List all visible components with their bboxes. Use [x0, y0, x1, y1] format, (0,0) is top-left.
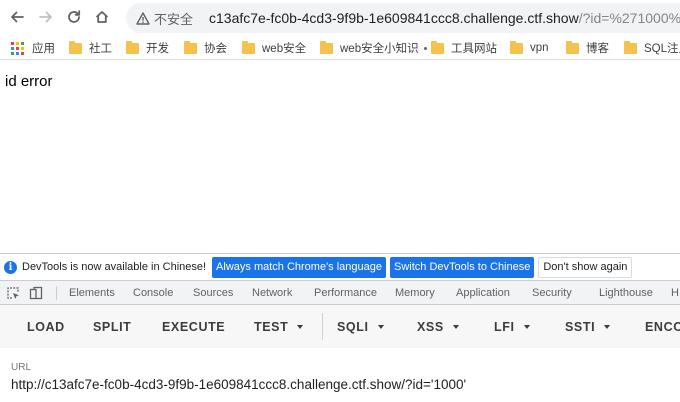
- folder-icon: [510, 40, 523, 54]
- folder-icon: [242, 40, 255, 54]
- ssti-dropdown[interactable]: SSTI: [565, 320, 611, 334]
- xss-label: XSS: [417, 320, 444, 334]
- hackbar-divider: [322, 313, 323, 340]
- url-path: /?id=%271000%27: [578, 10, 680, 26]
- bookmark-folder[interactable]: 协会: [184, 39, 227, 57]
- caret-down-icon: [297, 325, 304, 329]
- tab-network[interactable]: Network: [252, 287, 292, 299]
- folder-icon: [566, 40, 579, 54]
- bookmark-folder[interactable]: web安全: [242, 39, 306, 57]
- bullet-icon: [424, 46, 427, 50]
- inspect-element-icon[interactable]: [5, 285, 21, 301]
- execute-button[interactable]: EXECUTE: [162, 320, 225, 334]
- infobar-message: DevTools is now available in Chinese!: [22, 261, 207, 273]
- address-bar[interactable]: 不安全 c13afc7e-fc0b-4cd3-9f9b-1e609841ccc8…: [126, 3, 680, 33]
- bookmark-label: 博客: [586, 43, 609, 55]
- forward-button[interactable]: [35, 6, 57, 28]
- bookmark-label: SQL注入: [644, 43, 680, 55]
- url-input[interactable]: http://c13afc7e-fc0b-4cd3-9f9b-1e609841c…: [11, 377, 466, 392]
- dont-show-again-button[interactable]: Don't show again: [538, 256, 633, 278]
- warning-icon[interactable]: [136, 10, 150, 26]
- sqli-dropdown[interactable]: SQLI: [337, 320, 384, 334]
- hackbar-toolbar: LOAD SPLIT EXECUTE TEST SQLI XSS LFI SST…: [0, 305, 680, 348]
- bookmark-label: 社工: [89, 43, 112, 55]
- bookmark-label: vpn: [530, 42, 549, 54]
- tab-lighthouse[interactable]: Lighthouse: [599, 287, 653, 299]
- devtools-tab-strip: Elements Console Sources Network Perform…: [0, 280, 680, 305]
- switch-to-chinese-button[interactable]: Switch DevTools to Chinese: [390, 256, 535, 278]
- folder-icon: [431, 40, 444, 54]
- tab-divider: [56, 286, 57, 300]
- page-body-text: id error: [5, 73, 53, 90]
- execute-label: EXECUTE: [162, 320, 226, 334]
- tab-hackbar[interactable]: H: [671, 287, 679, 299]
- sqli-label: SQLI: [337, 320, 369, 334]
- caret-down-icon: [452, 325, 459, 329]
- bookmark-apps[interactable]: 应用: [11, 39, 55, 57]
- arrow-right-icon: [39, 11, 52, 23]
- bookmark-folder[interactable]: 博客: [566, 39, 609, 57]
- bookmark-label: web安全: [262, 43, 307, 55]
- bookmark-label: web安全小知识: [340, 43, 419, 55]
- folder-icon: [184, 40, 197, 54]
- folder-icon: [320, 40, 333, 54]
- home-icon: [95, 11, 109, 23]
- encoding-dropdown[interactable]: ENCO: [645, 320, 680, 334]
- lfi-dropdown[interactable]: LFI: [494, 320, 530, 334]
- load-button[interactable]: LOAD: [27, 320, 65, 334]
- reload-icon: [68, 10, 81, 23]
- bookmark-label: 开发: [146, 43, 169, 55]
- tab-application[interactable]: Application: [456, 287, 510, 299]
- folder-icon: [69, 40, 82, 54]
- tab-console[interactable]: Console: [133, 287, 173, 299]
- folder-icon: [624, 40, 637, 54]
- url-host: c13afc7e-fc0b-4cd3-9f9b-1e609841ccc8.cha…: [209, 10, 579, 26]
- info-icon: i: [4, 260, 17, 274]
- reload-button[interactable]: [63, 6, 85, 28]
- browser-toolbar: 不安全 c13afc7e-fc0b-4cd3-9f9b-1e609841ccc8…: [0, 0, 680, 35]
- ssti-label: SSTI: [565, 320, 596, 334]
- devtools-infobar: i DevTools is now available in Chinese! …: [0, 253, 680, 280]
- security-status[interactable]: 不安全: [154, 9, 193, 28]
- bookmark-folder[interactable]: web安全小知识: [320, 39, 419, 57]
- tab-security[interactable]: Security: [532, 287, 572, 299]
- apps-grid-icon: [11, 41, 24, 55]
- home-button[interactable]: [91, 6, 113, 28]
- back-button[interactable]: [6, 6, 28, 28]
- arrow-left-icon: [11, 11, 24, 23]
- tab-memory[interactable]: Memory: [395, 287, 435, 299]
- bookmark-label: 协会: [204, 43, 227, 55]
- bookmark-folder[interactable]: SQL注入: [624, 39, 680, 57]
- tab-sources[interactable]: Sources: [193, 287, 233, 299]
- bookmark-label: 工具网站: [451, 43, 497, 55]
- test-label: TEST: [254, 320, 289, 334]
- split-label: SPLIT: [93, 320, 132, 334]
- bookmarks-bar: 应用 社工 开发 协会 web安全 web安全小知识 工具网站 vpn 博客 S…: [0, 35, 680, 60]
- device-toolbar-icon[interactable]: [28, 285, 44, 301]
- bookmark-label: 应用: [32, 43, 55, 55]
- match-language-button[interactable]: Always match Chrome's language: [212, 256, 387, 278]
- tab-elements[interactable]: Elements: [69, 287, 115, 299]
- folder-icon: [126, 40, 139, 54]
- tab-performance[interactable]: Performance: [314, 287, 377, 299]
- caret-down-icon: [604, 325, 611, 329]
- bookmark-folder[interactable]: 工具网站: [424, 39, 497, 57]
- test-dropdown[interactable]: TEST: [254, 320, 304, 334]
- caret-down-icon: [523, 325, 530, 329]
- bookmark-folder[interactable]: 社工: [69, 39, 112, 57]
- lfi-label: LFI: [494, 320, 515, 334]
- xss-dropdown[interactable]: XSS: [417, 320, 459, 334]
- url-field-label: URL: [11, 362, 32, 373]
- bookmark-folder[interactable]: 开发: [126, 39, 169, 57]
- bookmark-folder[interactable]: vpn: [510, 39, 549, 57]
- encoding-label: ENCO: [645, 320, 680, 334]
- caret-down-icon: [377, 325, 384, 329]
- split-button[interactable]: SPLIT: [93, 320, 131, 334]
- load-label: LOAD: [27, 320, 65, 334]
